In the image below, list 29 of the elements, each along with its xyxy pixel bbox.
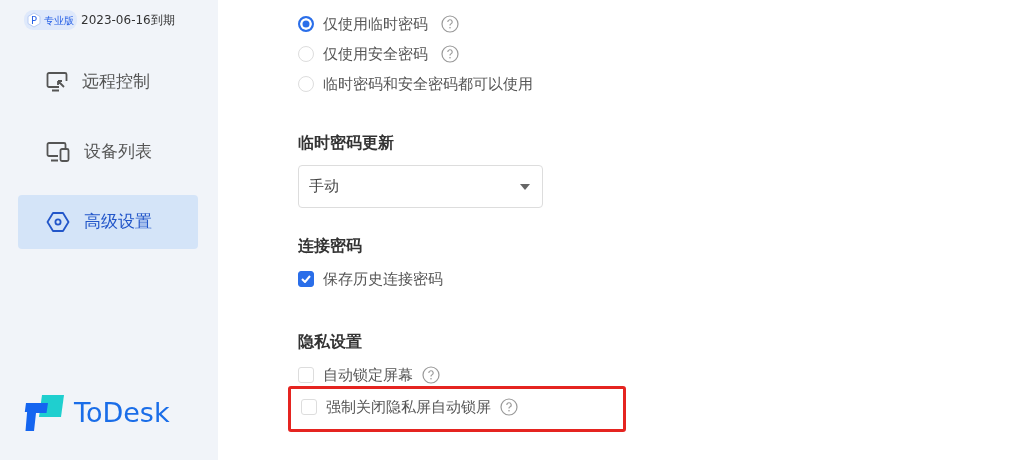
checkbox[interactable] [298,271,314,287]
section-heading: 连接密码 [298,235,363,257]
caret-icon [520,183,530,190]
edition-badge: P 专业版 [24,10,77,30]
monitor-icon [46,72,68,92]
help-icon[interactable] [500,398,518,416]
option-label: 临时密码和安全密码都可以使用 [323,73,533,95]
option-label: 保存历史连接密码 [323,268,443,290]
expiry-date: 2023-06-16到期 [81,12,175,29]
nav-item[interactable]: 高级设置 [18,195,198,249]
settings-icon [46,211,70,233]
section-heading: 隐私设置 [298,331,363,353]
nav-item[interactable]: 远程控制 [18,55,198,109]
option-label: 仅使用安全密码 [323,43,428,65]
logo-text: ToDesk [74,396,170,430]
nav-item[interactable]: 设备列表 [18,125,198,179]
logo-icon [24,394,66,433]
help-icon[interactable] [422,366,440,384]
pro-icon: P [26,12,42,28]
check-icon [301,275,311,283]
help-icon[interactable] [441,45,459,63]
help-icon[interactable] [441,15,459,33]
devices-icon [46,142,70,162]
option-label: 自动锁定屏幕 [323,364,413,386]
option-label: 强制关闭隐私屏自动锁屏 [326,396,491,418]
section-heading: 临时密码更新 [298,132,395,154]
option-label: 仅使用临时密码 [323,13,428,35]
radio-button[interactable] [298,16,314,32]
dropdown[interactable]: 手动 [298,165,543,208]
